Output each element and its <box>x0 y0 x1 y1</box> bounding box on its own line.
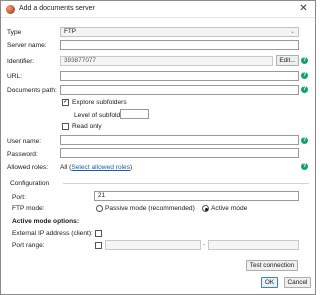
url-input[interactable] <box>60 71 299 81</box>
active-mode-options-label: Active mode options: <box>12 218 80 225</box>
identifier-label: Identifier: <box>7 58 35 65</box>
close-icon[interactable]: ✕ <box>298 3 309 15</box>
allowed-roles-label: Allowed roles: <box>7 164 49 171</box>
active-mode-label: Active mode <box>211 205 248 212</box>
server-name-label: Server name: <box>7 42 47 49</box>
dialog-window: Add a documents server ✕ Type FTP ⌄ Serv… <box>0 0 316 295</box>
allowed-roles-text: All <box>60 164 68 171</box>
explore-subfolders-label: Explore subfolders <box>72 99 127 106</box>
url-label: URL: <box>7 73 23 80</box>
configuration-label: Configuration <box>10 180 50 187</box>
allowed-roles-help-icon[interactable]: ? <box>301 163 308 170</box>
active-mode-radio[interactable] <box>202 205 209 212</box>
documents-path-input[interactable] <box>60 85 299 95</box>
documents-path-help-icon[interactable]: ? <box>301 86 308 93</box>
port-input[interactable]: 21 <box>94 191 299 201</box>
read-only-label: Read only <box>72 123 102 130</box>
user-name-label: User name: <box>7 138 42 145</box>
port-label: Port: <box>12 194 26 201</box>
app-logo-icon <box>6 5 15 14</box>
identifier-input: 393877077 <box>60 56 273 66</box>
ftp-mode-label: FTP mode: <box>12 205 45 212</box>
read-only-checkbox[interactable] <box>62 123 69 130</box>
port-range-label: Port range: <box>12 242 45 249</box>
user-name-help-icon[interactable]: ? <box>301 137 308 144</box>
port-range-checkbox[interactable] <box>95 242 102 249</box>
url-help-icon[interactable]: ? <box>301 72 308 79</box>
chevron-down-icon: ⌄ <box>289 29 295 35</box>
external-ip-checkbox[interactable] <box>95 230 102 237</box>
dialog-title: Add a documents server <box>19 5 95 12</box>
title-bar[interactable]: Add a documents server ✕ <box>1 1 315 18</box>
password-input[interactable] <box>60 148 299 158</box>
allowed-roles-value: All (Select allowed roles) <box>60 164 133 171</box>
port-range-to-input <box>208 240 299 250</box>
port-range-from-input <box>105 240 201 250</box>
level-subfolders-input[interactable] <box>120 109 149 119</box>
test-connection-button[interactable]: Test connection <box>246 260 298 271</box>
explore-subfolders-checkbox[interactable]: ✓ <box>62 99 69 106</box>
type-select[interactable]: FTP ⌄ <box>60 27 299 37</box>
ok-button[interactable]: OK <box>261 277 278 288</box>
user-name-input[interactable] <box>60 135 299 145</box>
type-select-value: FTP <box>64 28 77 35</box>
password-label: Password: <box>7 151 38 158</box>
cancel-button[interactable]: Cancel <box>284 277 311 288</box>
edit-identifier-button[interactable]: Edit... <box>276 55 299 66</box>
external-ip-label: External IP address (client): <box>12 230 93 237</box>
identifier-help-icon[interactable]: ? <box>301 57 308 64</box>
select-allowed-roles-link[interactable]: Select allowed roles <box>71 164 130 171</box>
documents-path-label: Documents path: <box>7 87 57 94</box>
port-range-separator: - <box>203 241 206 248</box>
server-name-input[interactable] <box>60 40 299 50</box>
passive-mode-radio[interactable] <box>96 205 103 212</box>
type-label: Type <box>7 29 22 36</box>
passive-mode-label: Passive mode (recommended) <box>105 205 195 212</box>
configuration-divider <box>63 183 309 184</box>
